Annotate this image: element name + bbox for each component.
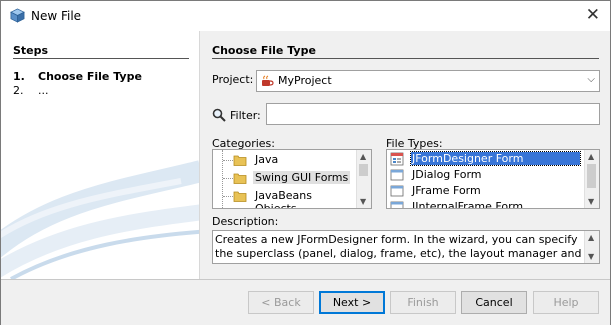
cancel-button[interactable]: Cancel (461, 291, 527, 314)
panel-heading: Choose File Type (212, 44, 316, 57)
categories-tree[interactable]: Java Swing GUI Forms JavaBeans Objects ▲… (212, 149, 372, 209)
close-icon[interactable]: ✕ (586, 5, 600, 25)
steps-heading: Steps (13, 44, 49, 57)
file-types-scrollbar[interactable]: ▲ ▼ (584, 150, 599, 208)
finish-button[interactable]: Finish (390, 291, 456, 314)
tree-item-swing-gui-forms[interactable]: Swing GUI Forms (213, 169, 357, 187)
scroll-down-arrow-icon[interactable]: ▼ (360, 197, 366, 206)
steps-panel: Steps 1. Choose File Type 2.... (1, 31, 200, 279)
step-item-2: 2.... (13, 84, 49, 97)
search-icon (212, 108, 226, 122)
description-label: Description: (212, 215, 279, 228)
file-type-label: JDialog Form (412, 168, 482, 181)
step-item-1: 1. Choose File Type (13, 70, 142, 83)
panel-divider (212, 58, 599, 59)
form-icon (390, 169, 404, 181)
form-icon (390, 201, 404, 208)
folder-icon (233, 173, 247, 184)
file-type-item-jinternalframe-form[interactable]: JInternalFrame Form (387, 199, 583, 209)
tree-guide-line (223, 196, 233, 197)
java-project-icon (262, 75, 274, 86)
project-combobox[interactable]: MyProject ⌵ (256, 70, 600, 92)
description-text: Creates a new JFormDesigner form. In the… (215, 233, 582, 263)
tree-item-label: JavaBeans Objects (255, 189, 312, 209)
file-type-label: JInternalFrame Form (412, 200, 524, 209)
description-scrollbar[interactable]: ▲ ▼ (584, 231, 599, 263)
filter-input[interactable] (266, 103, 600, 125)
new-file-dialog: New File ✕ Steps 1. Choose File Type 2...… (0, 0, 611, 325)
folder-icon (233, 155, 247, 166)
file-type-item-jdialog-form[interactable]: JDialog Form (387, 167, 583, 183)
filter-label: Filter: (230, 109, 261, 122)
decorative-swoosh-graphic (1, 160, 199, 279)
step-label: ... (38, 84, 49, 97)
tree-item-label: Swing GUI Forms (253, 171, 351, 184)
step-number: 2. (13, 84, 24, 97)
project-label: Project: (212, 73, 254, 86)
scroll-up-arrow-icon[interactable]: ▲ (588, 152, 594, 161)
file-type-label: JFormDesigner Form (410, 151, 581, 166)
file-type-label: JFrame Form (412, 184, 481, 197)
scroll-down-arrow-icon[interactable]: ▼ (588, 197, 594, 206)
tree-guide-line (223, 178, 233, 179)
step-number: 1. (13, 70, 25, 83)
project-value: MyProject (278, 74, 332, 87)
form-icon (390, 185, 404, 197)
help-button[interactable]: Help (533, 291, 599, 314)
form-designer-icon (390, 152, 404, 166)
tree-guide-line (223, 160, 233, 161)
window-title: New File (31, 9, 82, 23)
choose-file-type-panel: Choose File Type Project: MyProject ⌵ Fi… (200, 31, 610, 279)
chevron-down-icon: ⌵ (587, 74, 595, 85)
scrollbar-thumb[interactable] (359, 164, 368, 176)
netbeans-cube-icon (10, 8, 25, 23)
scrollbar-thumb[interactable] (587, 164, 596, 188)
tree-item-java[interactable]: Java (213, 151, 357, 169)
title-bar: New File ✕ (1, 1, 610, 31)
button-bar: < Back Next > Finish Cancel Help (1, 279, 610, 325)
file-type-item-jformdesigner-form[interactable]: JFormDesigner Form (387, 151, 583, 167)
tree-item-javabeans-objects[interactable]: JavaBeans Objects (213, 187, 357, 208)
next-button[interactable]: Next > (319, 291, 385, 314)
folder-icon (233, 191, 247, 202)
scroll-up-arrow-icon[interactable]: ▲ (588, 233, 594, 242)
file-type-item-jframe-form[interactable]: JFrame Form (387, 183, 583, 199)
step-label: Choose File Type (38, 70, 142, 83)
file-types-list[interactable]: JFormDesigner Form JDialog Form JFrame F… (386, 149, 600, 209)
scroll-down-arrow-icon[interactable]: ▼ (588, 252, 594, 261)
tree-item-label: Java (255, 153, 279, 166)
description-area[interactable]: Creates a new JFormDesigner form. In the… (212, 230, 600, 264)
scroll-up-arrow-icon[interactable]: ▲ (360, 152, 366, 161)
categories-scrollbar[interactable]: ▲ ▼ (356, 150, 371, 208)
steps-divider (13, 58, 189, 59)
back-button[interactable]: < Back (248, 291, 314, 314)
